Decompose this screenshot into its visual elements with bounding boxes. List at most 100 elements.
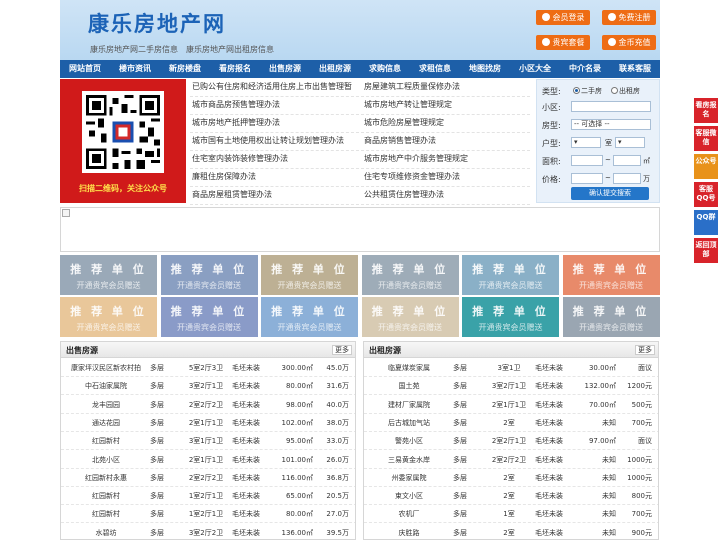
nav-item[interactable]: 求租信息 [410, 60, 460, 78]
news-link[interactable]: 房屋建筑工程质量保修办法 [364, 79, 460, 95]
community-input[interactable] [571, 101, 651, 112]
radio-rent[interactable]: 出租房 [611, 86, 640, 96]
table-row[interactable]: 临夏煤炭家属 多层 3室1卫 毛坯未装 30.00㎡ 面议 [364, 359, 658, 377]
recommend-unit[interactable]: 推 荐 单 位开通贵宾会员赠送 [160, 297, 258, 337]
vip-package-button[interactable]: 贵宾套餐 [536, 35, 590, 50]
table-row[interactable]: 康家坪汉民区新农村拍 多层 5室2厅3卫 毛坯未装 300.00㎡ 45.0万 [61, 359, 355, 377]
listing-name-link[interactable]: 红园新村 [61, 487, 151, 505]
nav-item[interactable]: 中介名录 [560, 60, 610, 78]
area-max-input[interactable] [613, 155, 641, 166]
layout-select[interactable]: -- 可选择 -- [571, 119, 651, 130]
recommend-unit[interactable]: 推 荐 单 位开通贵宾会员赠送 [562, 255, 660, 295]
table-row[interactable]: 建材厂家属院 多层 2室1厅1卫 毛坯未装 70.00㎡ 500元 [364, 396, 658, 414]
news-link[interactable]: 商品房屋租赁管理办法 [192, 187, 272, 203]
listing-name-link[interactable]: 农机厂 [364, 505, 454, 523]
listing-name-link[interactable]: 三易黄金水岸 [364, 451, 454, 469]
recommend-unit[interactable]: 推 荐 单 位开通贵宾会员赠送 [462, 297, 559, 337]
recommend-unit[interactable]: 推 荐 单 位开通贵宾会员赠送 [261, 297, 358, 337]
listing-name-link[interactable]: 国土苑 [364, 377, 454, 395]
register-button[interactable]: 免费注册 [602, 10, 656, 25]
table-row[interactable]: 红园新村 多层 1室2厅1卫 毛坯未装 65.00㎡ 20.5万 [61, 487, 355, 506]
listing-name-link[interactable]: 红园新村 [61, 505, 151, 523]
float-button[interactable]: 返回顶部 [694, 238, 718, 263]
float-button[interactable]: 看房报名 [694, 98, 718, 123]
nav-item[interactable]: 新房楼盘 [160, 60, 210, 78]
listing-name-link[interactable]: 中石油家属院 [61, 377, 151, 395]
nav-item[interactable]: 网站首页 [60, 60, 110, 78]
table-row[interactable]: 水碧坊 多层 3室2厅2卫 毛坯未装 136.00㎡ 39.5万 [61, 524, 355, 539]
float-button[interactable]: QQ群 [694, 210, 718, 235]
recommend-unit[interactable]: 推 荐 单 位开通贵宾会员赠送 [261, 255, 358, 295]
tagline-rent-link[interactable]: 康乐房地产网出租房信息 [186, 44, 274, 55]
site-logo[interactable]: 康乐房地产网 [88, 8, 226, 38]
float-button[interactable]: 客服微信 [694, 126, 718, 151]
listing-name-link[interactable]: 康家坪汉民区新农村拍 [61, 359, 151, 377]
recommend-unit[interactable]: 推 荐 单 位开通贵宾会员赠送 [361, 297, 459, 337]
listing-name-link[interactable]: 通达花园 [61, 414, 151, 432]
table-row[interactable]: 庆胜路 多层 2室 毛坯未装 未知 900元 [364, 524, 658, 539]
news-link[interactable]: 城市房地产抵押管理办法 [192, 115, 280, 131]
listing-name-link[interactable]: 束文小区 [364, 487, 454, 505]
recommend-unit[interactable]: 推 荐 单 位开通贵宾会员赠送 [60, 255, 157, 295]
listing-name-link[interactable]: 建材厂家属院 [364, 396, 454, 414]
table-row[interactable]: 红园新村 多层 3室1厅1卫 毛坯未装 95.00㎡ 33.0万 [61, 432, 355, 451]
price-max-input[interactable] [613, 173, 641, 184]
listing-name-link[interactable]: 红园新村 [61, 432, 151, 450]
table-row[interactable]: 后古城加气站 多层 2室 毛坯未装 未知 700元 [364, 414, 658, 432]
listing-name-link[interactable]: 水碧坊 [61, 524, 151, 539]
listing-name-link[interactable]: 龙丰园园 [61, 396, 151, 414]
nav-item[interactable]: 地图找房 [460, 60, 510, 78]
news-link[interactable]: 已购公有住房和经济适用住房上市出售管理暂 [192, 79, 352, 95]
rent-more-link[interactable]: 更多 [635, 345, 655, 355]
table-row[interactable]: 北苑小区 多层 2室1厅1卫 毛坯未装 101.00㎡ 26.0万 [61, 451, 355, 469]
table-row[interactable]: 国土苑 多层 3室2厅1卫 毛坯未装 132.00㎡ 1200元 [364, 377, 658, 396]
table-row[interactable]: 红园新村永惠 多层 2室2厅2卫 毛坯未装 116.00㎡ 36.8万 [61, 469, 355, 487]
listing-name-link[interactable]: 警苑小区 [364, 432, 454, 450]
nav-item[interactable]: 看房报名 [210, 60, 260, 78]
hall-select[interactable]: ▾ [615, 137, 645, 148]
float-button[interactable]: 客服QQ号 [694, 182, 718, 207]
news-link[interactable]: 城市商品房预售管理办法 [192, 97, 280, 113]
table-row[interactable]: 警苑小区 多层 2室2厅1卫 毛坯未装 97.00㎡ 面议 [364, 432, 658, 451]
listing-name-link[interactable]: 临夏煤炭家属 [364, 359, 454, 377]
radio-sale[interactable]: 二手房 [573, 86, 602, 96]
table-row[interactable]: 三易黄金水岸 多层 2室2厅2卫 毛坯未装 未知 1000元 [364, 451, 658, 469]
listing-name-link[interactable]: 庆胜路 [364, 524, 454, 539]
table-row[interactable]: 龙丰园园 多层 2室2厅2卫 毛坯未装 98.00㎡ 40.0万 [61, 396, 355, 414]
recharge-button[interactable]: 金币充值 [602, 35, 656, 50]
recommend-unit[interactable]: 推 荐 单 位开通贵宾会员赠送 [60, 297, 157, 337]
table-row[interactable]: 中石油家属院 多层 3室2厅1卫 毛坯未装 80.00㎡ 31.6万 [61, 377, 355, 396]
recommend-unit[interactable]: 推 荐 单 位开通贵宾会员赠送 [462, 255, 559, 295]
nav-item[interactable]: 出租房源 [310, 60, 360, 78]
member-login-button[interactable]: 会员登录 [536, 10, 590, 25]
banner-image[interactable] [60, 207, 660, 252]
news-link[interactable]: 住宅专项维修资金管理办法 [364, 169, 460, 185]
news-link[interactable]: 公共租赁住房管理办法 [364, 187, 444, 203]
recommend-unit[interactable]: 推 荐 单 位开通贵宾会员赠送 [562, 297, 660, 337]
table-row[interactable]: 束文小区 多层 2室 毛坯未装 未知 800元 [364, 487, 658, 506]
recommend-unit[interactable]: 推 荐 单 位开通贵宾会员赠送 [361, 255, 459, 295]
news-link[interactable]: 城市房地产中介服务管理规定 [364, 151, 468, 167]
listing-name-link[interactable]: 红园新村永惠 [61, 469, 151, 487]
recommend-unit[interactable]: 推 荐 单 位开通贵宾会员赠送 [160, 255, 258, 295]
table-row[interactable]: 州委家属院 多层 2室 毛坯未装 未知 1000元 [364, 469, 658, 487]
news-link[interactable]: 住宅室内装饰装修管理办法 [192, 151, 288, 167]
price-min-input[interactable] [571, 173, 603, 184]
table-row[interactable]: 通达花园 多层 2室1厅1卫 毛坯未装 102.00㎡ 38.0万 [61, 414, 355, 432]
news-link[interactable]: 城市房地产转让管理规定 [364, 97, 452, 113]
table-row[interactable]: 农机厂 多层 1室 毛坯未装 未知 700元 [364, 505, 658, 524]
sale-more-link[interactable]: 更多 [332, 345, 352, 355]
search-submit-button[interactable]: 确认提交搜索 [571, 187, 649, 200]
nav-item[interactable]: 出售房源 [260, 60, 310, 78]
listing-name-link[interactable]: 州委家属院 [364, 469, 454, 487]
listing-name-link[interactable]: 北苑小区 [61, 451, 151, 469]
news-link[interactable]: 城市国有土地使用权出让转让规划管理办法 [192, 133, 344, 149]
nav-item[interactable]: 求购信息 [360, 60, 410, 78]
nav-item[interactable]: 联系客服 [610, 60, 660, 78]
news-link[interactable]: 廉租住房保障办法 [192, 169, 256, 185]
nav-item[interactable]: 楼市资讯 [110, 60, 160, 78]
nav-item[interactable]: 小区大全 [510, 60, 560, 78]
tagline-sale-link[interactable]: 康乐房地产网二手房信息 [90, 44, 178, 55]
listing-name-link[interactable]: 后古城加气站 [364, 414, 454, 432]
unit-select[interactable]: ▾ [571, 137, 601, 148]
